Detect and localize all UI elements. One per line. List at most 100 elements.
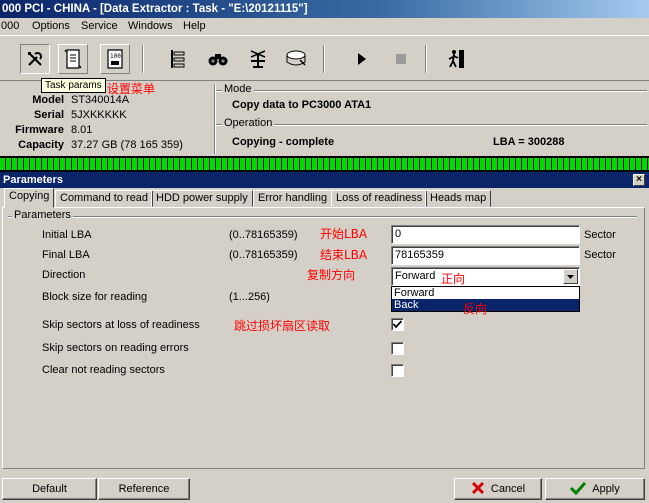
operation-lba: LBA = 300288 [493, 136, 565, 148]
clear-not-reading-checkbox[interactable] [391, 364, 404, 377]
initial-lba-range: (0..78165359) [229, 229, 298, 241]
tools-icon [28, 51, 43, 66]
toolbar-separator [425, 45, 427, 73]
initial-lba-unit: Sector [584, 229, 616, 241]
apply-label: Apply [592, 483, 620, 495]
balance-button[interactable] [243, 44, 273, 74]
heads-icon [171, 50, 185, 68]
toolbar-separator [142, 45, 144, 73]
block-size-range: (1...256) [229, 291, 270, 303]
parameters-title: Parameters [3, 174, 63, 186]
close-button[interactable]: × [633, 174, 645, 186]
scroll-doc-icon [64, 49, 82, 69]
tab-command-to-read[interactable]: Command to read [55, 190, 154, 207]
tab-heads-map[interactable]: Heads map [425, 190, 492, 207]
mode-group-border [216, 90, 647, 92]
menu-item-help[interactable]: Help [183, 20, 206, 32]
sector-status-strip [0, 156, 649, 172]
toolbar-separator [323, 45, 325, 73]
skip-errors-label: Skip sectors on reading errors [42, 342, 189, 354]
direction-option-forward[interactable]: Forward [392, 287, 579, 299]
default-button[interactable]: Default [2, 478, 97, 500]
operation-group-title: Operation [222, 117, 275, 129]
capacity-label: Capacity [18, 139, 64, 151]
disk-button[interactable] [281, 44, 311, 74]
disk-drive-icon [286, 50, 306, 66]
stop-icon [396, 54, 406, 64]
initial-lba-label: Initial LBA [42, 229, 92, 241]
menu-item-file[interactable]: 000 [1, 20, 19, 32]
final-lba-label: Final LBA [42, 249, 90, 261]
menu-item-service[interactable]: Service [81, 20, 118, 32]
initial-lba-input[interactable]: 0 [391, 225, 580, 244]
exit-door-icon [448, 50, 464, 68]
toolbar: 100 [0, 37, 649, 81]
parameters-group-border [8, 216, 637, 218]
tab-loss-of-readiness[interactable]: Loss of readiness [331, 190, 428, 207]
annotation-copy-direction: 复制方向 [307, 268, 356, 282]
annotation-start-lba: 开始LBA [320, 227, 368, 241]
play-icon [358, 53, 366, 65]
menu-item-options[interactable]: Options [32, 20, 70, 32]
block-size-label: Block size for reading [42, 291, 148, 303]
svg-text:100: 100 [110, 53, 121, 60]
tab-hdd-power-supply[interactable]: HDD power supply [151, 190, 253, 207]
operation-group-border [216, 124, 647, 126]
parameters-group-title: Parameters [12, 209, 73, 221]
annotation-forward: 正向 [441, 272, 466, 286]
parameters-title-bar: Parameters × [0, 172, 649, 188]
sector-map-button[interactable]: 100 [100, 44, 130, 74]
mode-value: Copy data to PC3000 ATA1 [232, 99, 372, 111]
exit-button[interactable] [442, 44, 472, 74]
play-button[interactable] [347, 44, 377, 74]
skip-loss-checkbox[interactable] [391, 318, 404, 331]
firmware-value: 8.01 [71, 124, 93, 136]
dropdown-button[interactable] [563, 269, 578, 284]
menu-bar: 000 Options Service Windows Help [0, 18, 649, 36]
firmware-label: Firmware [15, 124, 64, 136]
stop-button[interactable] [386, 44, 416, 74]
close-icon: × [636, 174, 642, 185]
window-title-bar: 000 PCI - CHINA - [Data Extractor : Task… [0, 0, 649, 18]
menu-item-windows[interactable]: Windows [128, 20, 173, 32]
tools-button[interactable] [20, 44, 50, 74]
final-lba-unit: Sector [584, 249, 616, 261]
chevron-down-icon [567, 275, 574, 279]
heads-button[interactable] [163, 44, 193, 74]
reference-button[interactable]: Reference [98, 478, 190, 500]
clear-not-reading-label: Clear not reading sectors [42, 364, 165, 376]
binoculars-icon [208, 54, 228, 66]
direction-select[interactable]: Forward [391, 267, 580, 286]
operation-status: Copying - complete [232, 136, 335, 148]
checkmark-icon [393, 320, 402, 329]
search-button[interactable] [203, 44, 233, 74]
annotation-reverse: 反向 [463, 302, 488, 316]
final-lba-input[interactable]: 78165359 [391, 246, 580, 265]
window-title: 000 PCI - CHINA - [Data Extractor : Task… [2, 3, 308, 15]
group-divider [214, 84, 216, 154]
apply-check-icon [570, 481, 587, 496]
balance-icon [250, 50, 266, 68]
direction-label: Direction [42, 269, 86, 281]
serial-value: 5JXKKKKK [71, 109, 127, 121]
capacity-value: 37.27 GB (78 165 359) [71, 139, 183, 151]
annotation-skip-bad: 跳过损坏扇区读取 [234, 319, 331, 333]
cancel-button[interactable]: Cancel [454, 478, 542, 500]
skip-errors-checkbox[interactable] [391, 342, 404, 355]
model-value: ST340014A [71, 94, 130, 106]
skip-loss-label: Skip sectors at loss of readiness [42, 319, 200, 331]
model-label: Model [32, 94, 64, 106]
sector-doc-icon: 100 [107, 49, 123, 69]
direction-selected-value: Forward [395, 270, 436, 282]
tooltip-task-params: Task params [41, 78, 106, 93]
apply-button[interactable]: Apply [545, 478, 645, 500]
serial-label: Serial [34, 109, 64, 121]
tab-copying[interactable]: Copying [4, 188, 55, 208]
annotation-end-lba: 结束LBA [320, 248, 368, 262]
task-params-button[interactable] [58, 44, 88, 74]
tab-error-handling[interactable]: Error handling [253, 190, 333, 207]
mode-group-title: Mode [222, 83, 254, 95]
cancel-x-icon [471, 481, 484, 495]
final-lba-range: (0..78165359) [229, 249, 298, 261]
cancel-label: Cancel [490, 483, 526, 495]
